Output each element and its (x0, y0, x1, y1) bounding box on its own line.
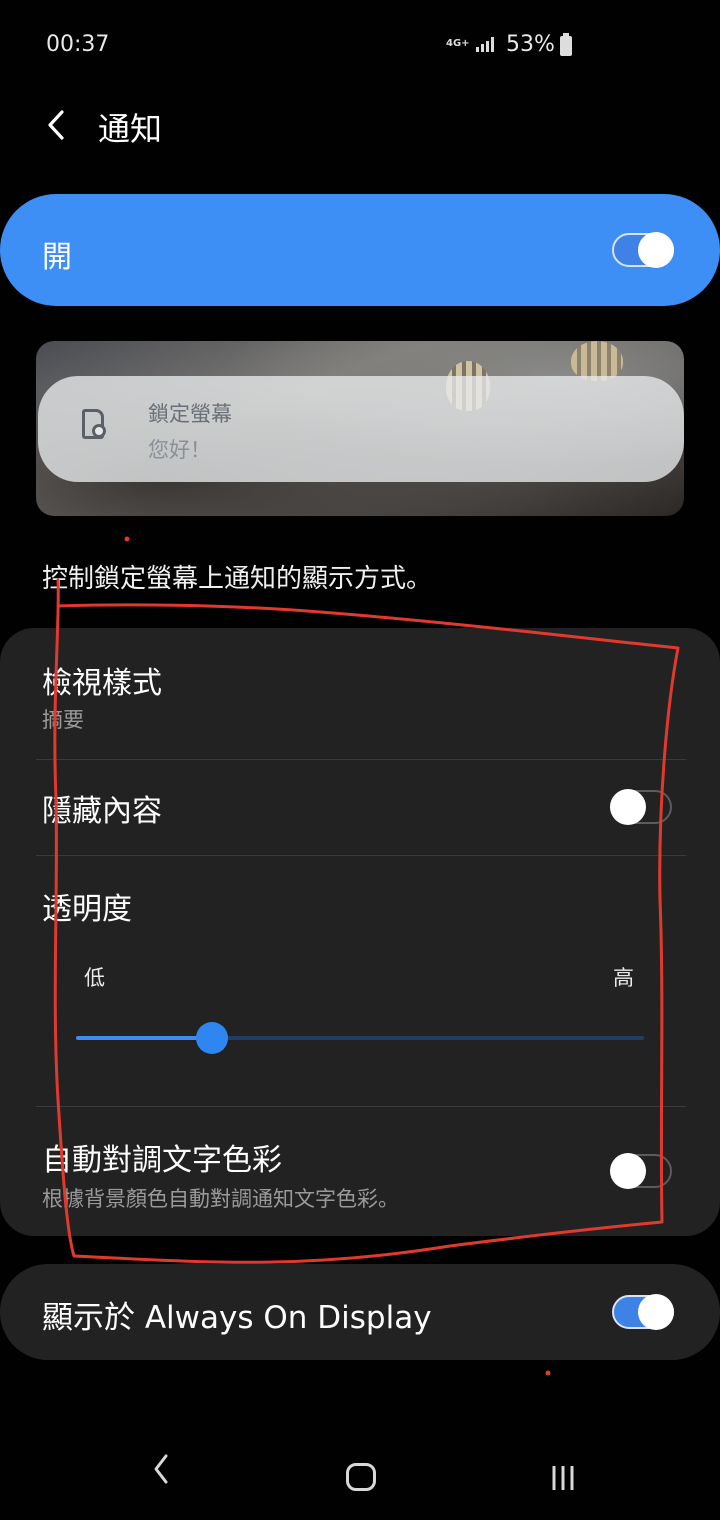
home-nav-icon[interactable] (346, 1463, 376, 1491)
transparency-title: 透明度 (42, 892, 132, 927)
notification-preview-card: 鎖定螢幕 您好！ (38, 376, 684, 482)
view-style-title: 檢視樣式 (42, 666, 162, 701)
transparency-slider-fill (76, 1036, 213, 1040)
auto-reverse-row[interactable]: 自動對調文字色彩 根據背景顏色自動對調通知文字色彩。 (0, 1107, 720, 1235)
preview-card-title: 鎖定螢幕 (148, 402, 232, 426)
signal-icon (475, 36, 494, 52)
aod-toggle[interactable] (612, 1294, 674, 1330)
toggle-knob (610, 789, 646, 825)
hide-content-row[interactable]: 隱藏內容 (0, 760, 720, 855)
master-switch-label: 開 (42, 240, 72, 275)
lock-screen-preview: 鎖定螢幕 您好！ (36, 341, 684, 516)
slider-low-label: 低 (84, 966, 105, 990)
master-switch-bar[interactable] (0, 194, 720, 306)
network-type: 4G+ (446, 38, 470, 49)
hide-content-toggle[interactable] (610, 789, 672, 825)
auto-reverse-title: 自動對調文字色彩 (42, 1143, 282, 1178)
divider (36, 855, 686, 856)
slider-high-label: 高 (613, 966, 634, 990)
description-text: 控制鎖定螢幕上通知的顯示方式。 (42, 564, 433, 594)
back-button[interactable] (44, 106, 84, 146)
auto-reverse-toggle[interactable] (610, 1153, 672, 1189)
view-style-row[interactable]: 檢視樣式 摘要 (0, 628, 720, 758)
settings-document-icon (82, 409, 106, 439)
recents-nav-icon[interactable] (550, 1464, 578, 1496)
master-toggle[interactable] (612, 232, 674, 268)
chevron-left-icon (48, 110, 64, 140)
aod-label: 顯示於 Always On Display (42, 1300, 432, 1336)
page-title: 通知 (98, 110, 163, 148)
battery-percent: 53% (506, 32, 555, 57)
status-time: 00:37 (46, 32, 110, 57)
auto-reverse-subtitle: 根據背景顏色自動對調通知文字色彩。 (42, 1187, 399, 1211)
battery-icon (560, 33, 572, 56)
preview-card-subtitle: 您好！ (148, 438, 211, 462)
settings-panel: 檢視樣式 摘要 隱藏內容 透明度 低 高 自動對調文字色彩 根據背景顏色自動對調… (0, 628, 720, 1236)
toggle-knob (638, 232, 674, 268)
balloon-image (571, 341, 623, 381)
back-nav-icon[interactable] (148, 1450, 172, 1494)
hide-content-title: 隱藏內容 (42, 794, 162, 829)
view-style-value: 摘要 (42, 708, 84, 732)
toggle-knob (610, 1153, 646, 1189)
toggle-knob (638, 1294, 674, 1330)
